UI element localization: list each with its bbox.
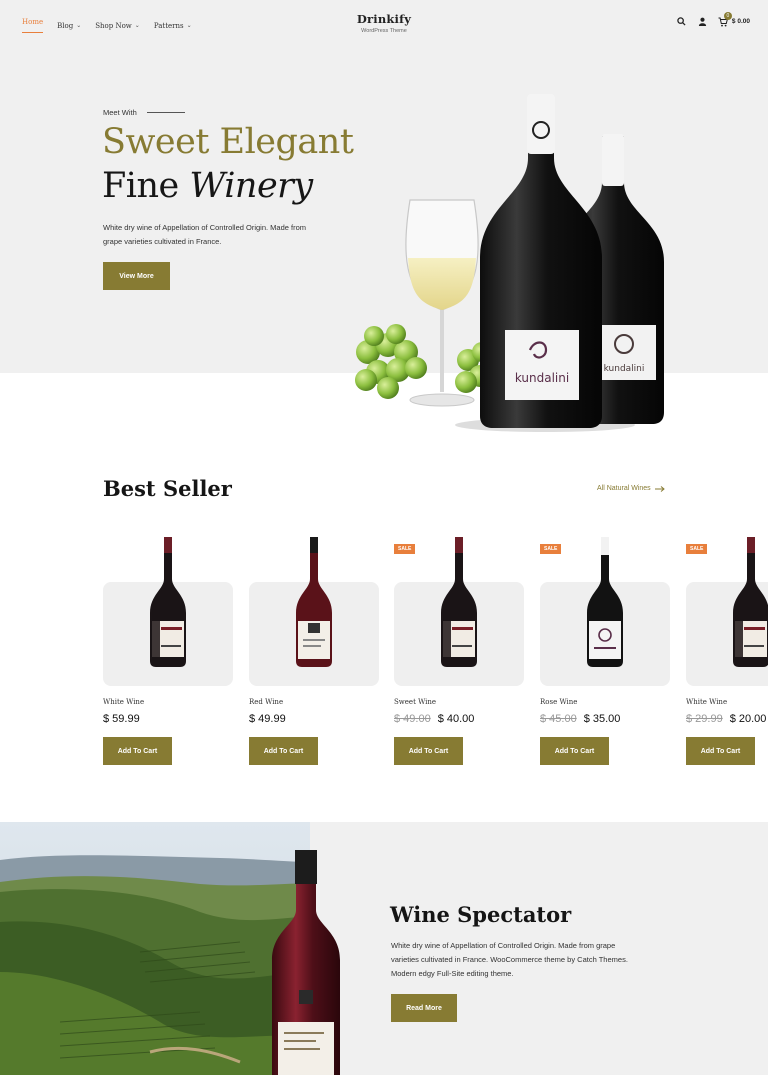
- current-price: $ 59.99: [103, 713, 140, 725]
- cart-button[interactable]: 0 $ 0.00: [718, 12, 750, 27]
- sale-badge: SALE: [540, 544, 562, 554]
- current-price: $ 35.00: [583, 713, 621, 725]
- hero-label-text: kundalini: [515, 371, 569, 385]
- site-tagline: WordPress Theme: [361, 28, 407, 34]
- read-more-button[interactable]: Read More: [391, 994, 457, 1022]
- hero-title-plain: Fine: [102, 166, 190, 206]
- bottle-image: [296, 537, 332, 667]
- eyebrow-divider: [146, 112, 185, 113]
- hero-description: White dry wine of Appellation of Control…: [103, 223, 307, 246]
- old-price: $ 29.99: [686, 713, 723, 725]
- product-name[interactable]: White Wine: [103, 698, 144, 706]
- current-price: $ 20.00: [729, 713, 767, 725]
- sale-badge: SALE: [686, 544, 708, 554]
- add-to-cart-button[interactable]: Add To Cart: [686, 737, 755, 765]
- old-price: $ 45.00: [540, 713, 577, 725]
- header-actions: 0 $ 0.00: [676, 12, 750, 27]
- product-name[interactable]: Sweet Wine: [394, 698, 436, 706]
- svg-text:kundalini: kundalini: [604, 364, 645, 374]
- all-natural-wines-link[interactable]: All Natural Wines: [597, 485, 665, 492]
- product-name[interactable]: Rose Wine: [540, 698, 577, 706]
- hero-eyebrow-text: Meet With: [103, 108, 137, 117]
- cart-count-badge: 0: [723, 12, 732, 20]
- hero-section: Meet With Sweet Elegant Fine Winery Whit…: [0, 0, 768, 432]
- sale-badge: SALE: [394, 544, 416, 554]
- product-price: $ 49.00 $ 40.00: [394, 713, 474, 725]
- search-icon[interactable]: [676, 16, 687, 27]
- user-icon[interactable]: [697, 16, 708, 27]
- product-price: $ 49.99: [249, 713, 286, 725]
- add-to-cart-button[interactable]: Add To Cart: [394, 737, 463, 765]
- link-label: All Natural Wines: [597, 485, 651, 492]
- hero-title-line2: Fine Winery: [102, 166, 313, 206]
- feature-description: White dry wine of Appellation of Control…: [391, 941, 628, 978]
- bottle-image: [150, 537, 186, 667]
- product-price: $ 29.99 $ 20.00: [686, 713, 766, 725]
- site-brand: Drinkify WordPress Theme: [0, 12, 768, 34]
- best-seller-title: Best Seller: [103, 476, 232, 501]
- arrow-right-icon: [654, 485, 665, 492]
- hero-title-line1: Sweet Elegant: [102, 122, 354, 162]
- bottle-image: [441, 537, 477, 667]
- product-carousel: White Wine $ 59.99 Add To Cart Red Wine …: [103, 537, 768, 777]
- site-title[interactable]: Drinkify: [0, 12, 768, 26]
- vineyard-image: [0, 822, 340, 1075]
- hero-wine-image: kundalini kundalini: [355, 94, 664, 432]
- feature-title: Wine Spectator: [390, 902, 572, 927]
- add-to-cart-button[interactable]: Add To Cart: [249, 737, 318, 765]
- cart-total: $ 0.00: [731, 18, 750, 25]
- bottle-image: [587, 537, 623, 667]
- product-name[interactable]: White Wine: [686, 698, 727, 706]
- product-price: $ 45.00 $ 35.00: [540, 713, 620, 725]
- product-name[interactable]: Red Wine: [249, 698, 283, 706]
- current-price: $ 40.00: [437, 713, 475, 725]
- site-header: Home Blog ⌄ Shop Now ⌄ Patterns ⌄ Drinki…: [0, 0, 768, 48]
- old-price: $ 49.00: [394, 713, 431, 725]
- bottle-image: [733, 537, 768, 667]
- product-price: $ 59.99: [103, 713, 140, 725]
- add-to-cart-button[interactable]: Add To Cart: [103, 737, 172, 765]
- view-more-button[interactable]: View More: [103, 262, 170, 290]
- hero-title-italic: Winery: [189, 166, 313, 206]
- current-price: $ 49.99: [249, 713, 286, 725]
- feature-section: Wine Spectator White dry wine of Appella…: [0, 822, 768, 1075]
- hero-eyebrow: Meet With: [103, 108, 185, 117]
- add-to-cart-button[interactable]: Add To Cart: [540, 737, 609, 765]
